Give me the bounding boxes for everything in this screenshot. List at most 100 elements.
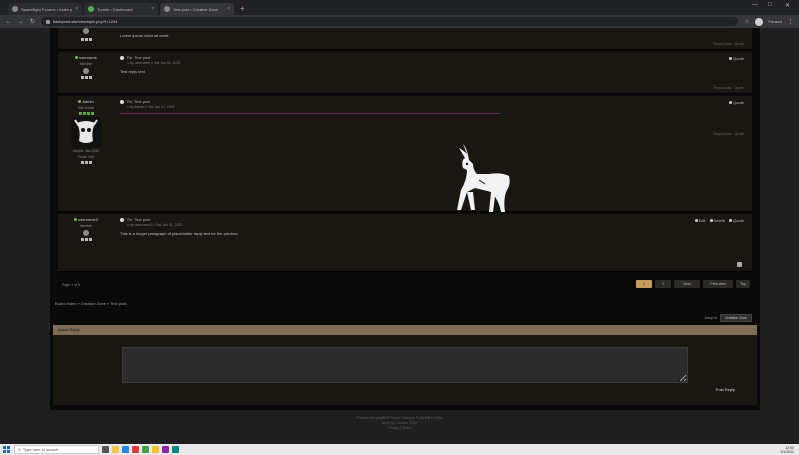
system-clock[interactable]: 12:00 1/1/2022 xyxy=(780,446,799,454)
post-author: Admin Site Admin Joined: Jan 2022 Posts:… xyxy=(58,96,114,211)
user-rank: Member xyxy=(79,224,93,228)
print-view-button[interactable]: Print view xyxy=(703,280,733,288)
url-text: flashpoint.site/viewtopic.php?t=1234 xyxy=(53,19,118,24)
quote-button[interactable]: Quote xyxy=(729,56,744,61)
edge-icon[interactable] xyxy=(122,446,129,453)
search-icon: ⌕ xyxy=(18,446,21,453)
contact-icons[interactable] xyxy=(80,38,92,41)
post-reply-button[interactable]: Post Reply xyxy=(716,387,735,392)
delete-button[interactable]: Delete xyxy=(710,218,726,223)
rank-stars xyxy=(78,112,94,115)
search-placeholder: Type here to search xyxy=(22,447,59,452)
post: username2 Member Re: Test post » by user… xyxy=(58,214,752,272)
page-button[interactable]: 2 xyxy=(655,280,671,288)
tab-title: Test post • Creative Zone xyxy=(173,6,218,12)
contact-icons[interactable] xyxy=(80,238,92,241)
task-view-icon[interactable] xyxy=(102,446,109,453)
post-text: This is a longer paragraph of placeholde… xyxy=(120,231,239,236)
post-subject[interactable]: Re: Test post xyxy=(127,55,150,60)
forward-icon[interactable]: → xyxy=(17,19,24,25)
post-actions[interactable]: Report post · Quote xyxy=(713,86,744,90)
clock-date: 1/1/2022 xyxy=(780,449,794,454)
contact-icons[interactable] xyxy=(80,161,92,164)
post-text: Test reply text xyxy=(120,69,145,74)
edit-button[interactable]: Edit xyxy=(695,218,706,223)
breadcrumb[interactable]: Board index » Creative Zone » Test post xyxy=(55,301,126,306)
page-button-current[interactable]: 1 xyxy=(636,280,652,288)
quote-button[interactable]: Quote xyxy=(729,218,744,223)
reload-icon[interactable]: ↻ xyxy=(29,18,36,25)
close-icon[interactable]: × xyxy=(151,6,154,12)
maximize-button[interactable]: □ xyxy=(768,2,772,8)
chrome-icon[interactable] xyxy=(152,446,159,453)
taskbar: ⌕ Type here to search 12:00 1/1/2022 xyxy=(0,444,799,455)
post-byline: » by Admin » Sat Jan 01, 2022 xyxy=(127,105,175,109)
post-actions[interactable]: Report post · Quote xyxy=(713,132,744,136)
username[interactable]: username xyxy=(75,55,97,60)
quote-button[interactable]: Quote xyxy=(729,100,744,105)
post-subject[interactable]: Re: Test post xyxy=(127,217,150,222)
app-icon[interactable] xyxy=(172,446,179,453)
post-byline: » by username » Sat Jan 01, 2022 xyxy=(127,61,181,65)
top-button[interactable]: Top xyxy=(736,280,750,288)
forum-container: Lorem ipsum dolor sit amet. Report post … xyxy=(50,28,760,410)
pagination-bar: Page 1 of 5 1 2 Next Print view Top xyxy=(58,278,752,292)
footer-line[interactable]: Privacy | Terms xyxy=(0,426,799,431)
contact-icons[interactable] xyxy=(80,76,92,79)
favicon-icon xyxy=(88,6,94,12)
username[interactable]: Admin xyxy=(78,99,93,104)
app-icon[interactable] xyxy=(132,446,139,453)
windows-start-icon[interactable] xyxy=(2,445,11,454)
tab-title: Spaceflight Forums • Index page xyxy=(21,6,73,12)
sync-status[interactable]: Paused xyxy=(768,19,782,24)
browser-tab[interactable]: Tumblr • Dashboard × xyxy=(84,3,158,15)
post-body: Re: Test post » by username2 » Sat Jan 0… xyxy=(120,217,746,236)
file-explorer-icon[interactable] xyxy=(112,446,119,453)
reply-textarea[interactable] xyxy=(122,347,688,383)
back-icon[interactable]: ← xyxy=(5,19,12,25)
next-page-button[interactable]: Next xyxy=(674,280,700,288)
post: username Member Re: Test post » by usern… xyxy=(58,52,752,94)
user-rank: Member xyxy=(79,62,93,66)
post-subject[interactable]: Re: Test post xyxy=(127,99,150,104)
quick-reply-header: Quick Reply xyxy=(53,325,757,335)
avatar xyxy=(71,117,101,147)
new-tab-button[interactable]: + xyxy=(236,3,249,15)
jump-select[interactable]: Creative Zone xyxy=(720,314,752,322)
star-icon[interactable]: ☆ xyxy=(743,18,750,25)
post-author: username2 Member xyxy=(58,214,114,271)
post-author xyxy=(58,28,114,49)
post-icon xyxy=(120,99,124,104)
avatar[interactable] xyxy=(755,17,764,26)
post-actions[interactable]: Report post · Quote xyxy=(713,42,744,46)
jump-label: Jump to xyxy=(704,316,718,320)
menu-icon[interactable]: ⋮ xyxy=(787,18,794,25)
user-rank: Site Admin xyxy=(77,106,95,110)
tab-title: Tumblr • Dashboard xyxy=(97,6,133,12)
post-count: Posts: 420 xyxy=(77,155,95,159)
lock-icon xyxy=(46,19,50,24)
app-icon[interactable] xyxy=(162,446,169,453)
username[interactable]: username2 xyxy=(74,217,98,222)
close-window-button[interactable]: ✕ xyxy=(785,2,790,9)
post-icon xyxy=(120,55,124,60)
post-text: Lorem ipsum dolor sit amet. xyxy=(120,33,170,38)
close-icon[interactable]: × xyxy=(227,6,230,12)
browser-tab[interactable]: Spaceflight Forums • Index page× xyxy=(8,3,82,15)
post: Lorem ipsum dolor sit amet. Report post … xyxy=(58,28,752,50)
jump-to: Jump to Creative Zone xyxy=(705,314,752,322)
post-body: Re: Test post » by username » Sat Jan 01… xyxy=(120,55,746,74)
post: Admin Site Admin Joined: Jan 2022 Posts:… xyxy=(58,96,752,212)
avatar xyxy=(83,28,89,34)
avatar xyxy=(83,230,89,236)
close-icon[interactable]: × xyxy=(75,6,78,12)
taskbar-search[interactable]: ⌕ Type here to search xyxy=(14,445,99,454)
browser-tab-active[interactable]: Test post • Creative Zone × xyxy=(160,3,234,15)
address-bar[interactable]: flashpoint.site/viewtopic.php?t=1234 xyxy=(41,17,739,26)
favicon-icon xyxy=(164,6,170,12)
app-icon[interactable] xyxy=(142,446,149,453)
post-body: Re: Test post » by Admin » Sat Jan 01, 2… xyxy=(120,99,746,114)
back-to-top-icon[interactable] xyxy=(737,262,742,267)
minimize-button[interactable]: — xyxy=(752,2,758,8)
post-author: username Member xyxy=(58,52,114,93)
